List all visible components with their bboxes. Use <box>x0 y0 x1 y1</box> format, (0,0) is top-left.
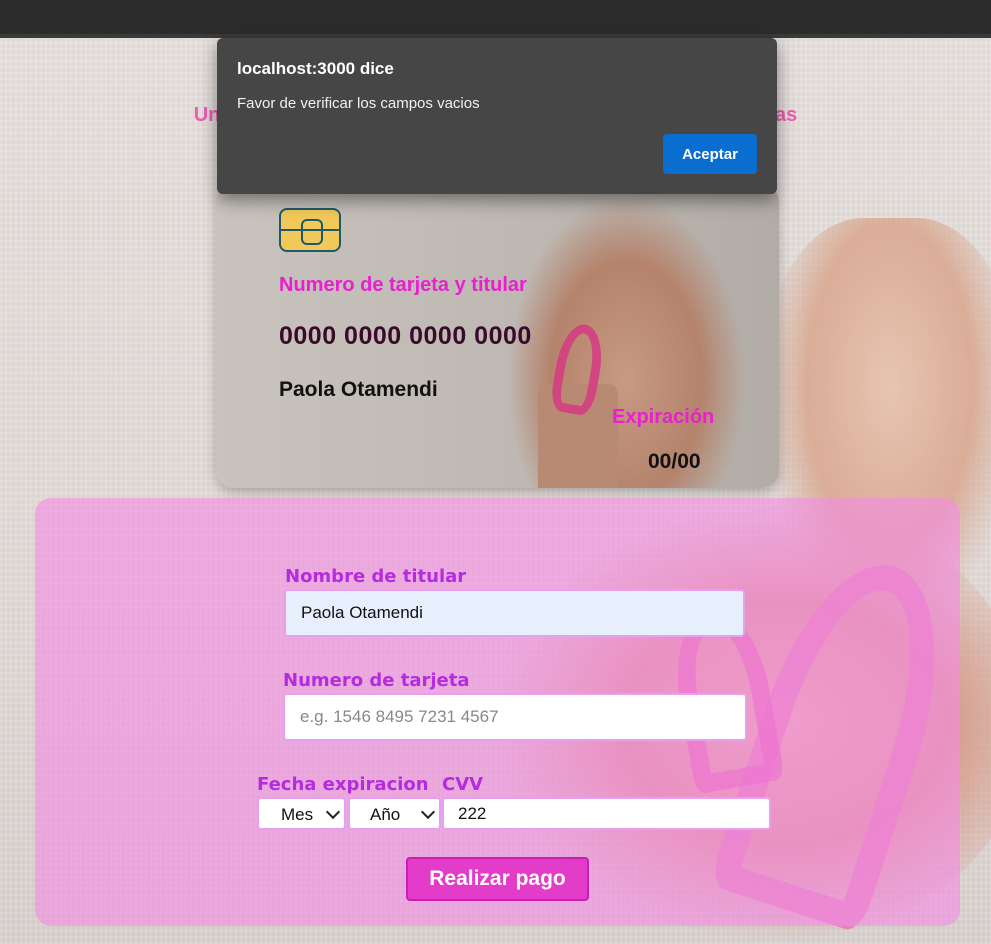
holder-label: Nombre de titular <box>285 566 467 587</box>
card-expiration-label: Expiración <box>612 406 715 428</box>
chevron-down-icon <box>420 804 436 820</box>
card-expiration: 00/00 <box>648 450 701 473</box>
card-holder-name: Paola Otamendi <box>279 378 438 401</box>
cvv-input[interactable] <box>442 797 771 830</box>
chip-icon <box>279 208 341 252</box>
accept-button[interactable]: Aceptar <box>663 134 757 174</box>
card-number: 0000 0000 0000 0000 <box>279 322 532 350</box>
expiration-label: Fecha expiracion <box>257 774 429 795</box>
credit-card-preview: Numero de tarjeta y titular 0000 0000 00… <box>216 184 779 488</box>
alert-dialog: localhost:3000 dice Favor de verificar l… <box>217 38 777 194</box>
chevron-down-icon <box>325 804 341 820</box>
submit-payment-button[interactable]: Realizar pago <box>406 857 589 901</box>
dialog-message: Favor de verificar los campos vacios <box>237 95 480 112</box>
card-number-label: Numero de tarjeta y titular <box>279 274 527 296</box>
card-number-input[interactable] <box>283 693 747 741</box>
browser-topbar <box>0 0 991 38</box>
year-select-value: Año <box>370 805 401 824</box>
cvv-label: CVV <box>442 774 484 795</box>
month-select[interactable]: Mes <box>257 797 346 830</box>
dialog-title: localhost:3000 dice <box>237 59 394 78</box>
holder-name-input[interactable] <box>284 589 745 637</box>
card-number-field-label: Numero de tarjeta <box>283 670 470 691</box>
year-select[interactable]: Año <box>348 797 441 830</box>
month-select-value: Mes <box>281 805 314 824</box>
